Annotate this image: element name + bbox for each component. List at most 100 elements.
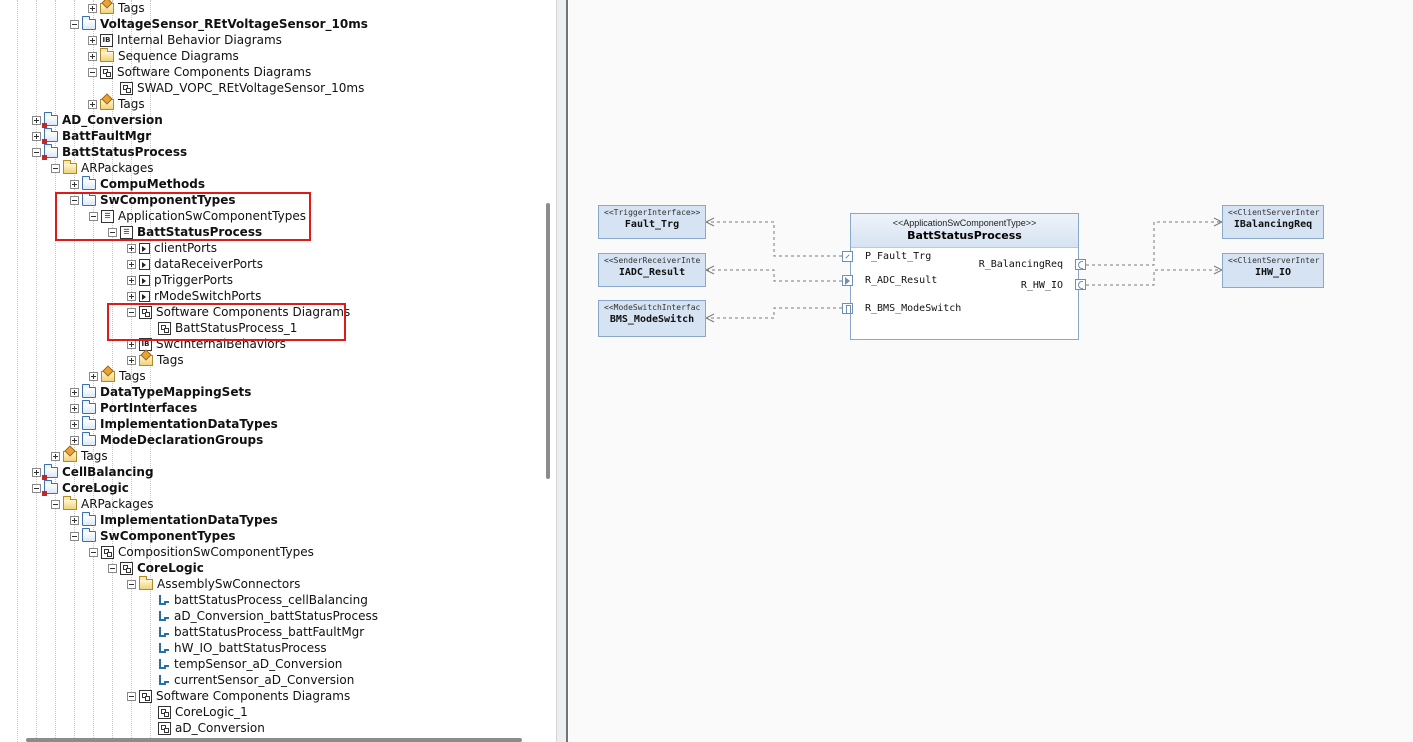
tree-node[interactable]: BattFaultMgr [32,128,151,144]
interface-box-ihw-io[interactable]: <<ClientServerInter IHW_IO [1222,253,1324,288]
tree-node[interactable]: ImplementationDataTypes [70,512,278,528]
tree-node[interactable]: Tags [88,0,145,16]
expand-icon[interactable] [88,51,97,61]
dependency-connector[interactable] [706,269,842,282]
collapse-icon[interactable] [127,579,136,589]
interface-box-fault-trg[interactable]: <<TriggerInterface>> Fault_Trg [598,205,706,239]
expand-icon[interactable] [88,3,97,13]
expand-icon[interactable] [70,419,79,429]
collapse-icon[interactable] [32,483,41,493]
tree-node[interactable]: Tags [89,368,146,384]
tree-node[interactable]: Sequence Diagrams [88,48,239,64]
collapse-icon[interactable] [88,67,97,77]
tree-node[interactable]: CompuMethods [70,176,205,192]
tree-vertical-scroll-thumb[interactable] [546,203,550,479]
tree-node[interactable]: clientPorts [127,240,217,256]
tree-node[interactable]: currentSensor_aD_Conversion [146,672,354,688]
dependency-connector[interactable] [1086,221,1222,266]
tree-node-label: DataTypeMappingSets [100,385,252,399]
tree-node[interactable]: dataReceiverPorts [127,256,263,272]
tree-node[interactable]: Tags [88,96,145,112]
expand-icon[interactable] [32,131,41,141]
expand-icon[interactable] [70,387,79,397]
collapse-icon[interactable] [108,563,117,573]
expand-icon[interactable] [88,99,97,109]
interface-name: Fault_Trg [624,219,680,230]
collapse-icon[interactable] [127,691,136,701]
expand-icon[interactable] [89,371,98,381]
tree-node[interactable]: ARPackages [51,496,154,512]
tree-node[interactable]: rModeSwitchPorts [127,288,261,304]
tree-node[interactable]: BattStatusProcess [32,144,187,160]
interface-box-ibalancingreq[interactable]: <<ClientServerInter IBalancingReq [1222,205,1324,239]
tree-node[interactable]: CoreLogic_1 [146,704,248,720]
collapse-icon[interactable] [32,147,41,157]
port-icon-mode-switch[interactable] [842,303,853,314]
collapse-icon[interactable] [70,19,79,29]
port-icon-trigger[interactable] [842,251,853,262]
tree-node[interactable]: PortInterfaces [70,400,197,416]
expand-icon[interactable] [127,259,136,269]
port-icon-client-hw-io[interactable] [1075,279,1086,290]
tree-node[interactable]: CoreLogic [108,560,204,576]
tree-node[interactable]: hW_IO_battStatusProcess [146,640,327,656]
expand-icon[interactable] [70,403,79,413]
interface-box-bms-modeswitch[interactable]: <<ModeSwitchInterfac BMS_ModeSwitch [598,300,706,337]
diagram-canvas[interactable]: <<TriggerInterface>> Fault_Trg <<SenderR… [569,0,1413,742]
dependency-connector[interactable] [706,307,842,319]
tree-node[interactable]: aD_Conversion [146,720,265,736]
expand-icon[interactable] [127,243,136,253]
tree-node[interactable]: ModeDeclarationGroups [70,432,263,448]
tree-node[interactable]: Tags [127,352,184,368]
tree-node[interactable]: battStatusProcess_cellBalancing [146,592,368,608]
expand-icon[interactable] [88,35,97,45]
composition-icon [120,561,133,575]
port-icon-sender-receiver[interactable] [842,275,853,286]
component-box-battstatusprocess[interactable]: <<ApplicationSwComponentType>> BattStatu… [850,213,1079,340]
collapse-icon[interactable] [70,531,79,541]
tree-node[interactable]: Software Components Diagrams [127,688,350,704]
open-folder-icon [100,48,114,62]
expand-icon[interactable] [70,435,79,445]
component-diagram-icon [158,705,171,719]
tree-node[interactable]: SWAD_VOPC_REtVoltageSensor_10ms [108,80,364,96]
expand-icon[interactable] [51,451,60,461]
tree-node[interactable]: tempSensor_aD_Conversion [146,656,342,672]
expand-icon[interactable] [32,115,41,125]
expand-icon[interactable] [70,515,79,525]
tree-node[interactable]: CoreLogic [32,480,129,496]
tree-node[interactable]: IB Internal Behavior Diagrams [88,32,282,48]
dependency-connector[interactable] [1086,269,1222,286]
port-icon-client-balancing[interactable] [1075,259,1086,270]
collapse-icon[interactable] [51,163,60,173]
expand-icon[interactable] [32,467,41,477]
tree-node[interactable]: Software Components Diagrams [88,64,311,80]
tree-node[interactable]: battStatusProcess_battFaultMgr [146,624,364,640]
tree-horizontal-scroll-thumb[interactable] [26,738,522,742]
tree-node[interactable]: CompositionSwComponentTypes [89,544,314,560]
expand-icon[interactable] [127,275,136,285]
tree-node-label: AD_Conversion [62,113,163,127]
tree-node[interactable]: aD_Conversion_battStatusProcess [146,608,378,624]
tree-node[interactable]: CellBalancing [32,464,154,480]
tree-node[interactable]: VoltageSensor_REtVoltageSensor_10ms [70,16,368,32]
component-diagram-icon [139,689,152,703]
expand-icon[interactable] [127,355,136,365]
connector-icon [158,658,170,670]
tree-node[interactable]: Tags [51,448,108,464]
tree-node[interactable]: pTriggerPorts [127,272,233,288]
port-label-r-hw-io: R_HW_IO [1020,280,1063,291]
expand-icon[interactable] [70,179,79,189]
collapse-icon[interactable] [89,547,98,557]
tree-node[interactable]: ARPackages [51,160,154,176]
expand-icon[interactable] [127,291,136,301]
tree-node[interactable]: AssemblySwConnectors [127,576,300,592]
interface-box-iadc-result[interactable]: <<SenderReceiverInte IADC_Result [598,253,706,287]
tree-node[interactable]: DataTypeMappingSets [70,384,251,400]
collapse-icon[interactable] [51,499,60,509]
tree-node[interactable]: AD_Conversion [32,112,163,128]
tree-node[interactable]: ImplementationDataTypes [70,416,278,432]
tree-node[interactable]: SwComponentTypes [70,528,236,544]
model-tree-panel[interactable]: Tags VoltageSensor_REtVoltageSensor_10ms I… [0,0,556,742]
dependency-connector[interactable] [706,221,842,257]
